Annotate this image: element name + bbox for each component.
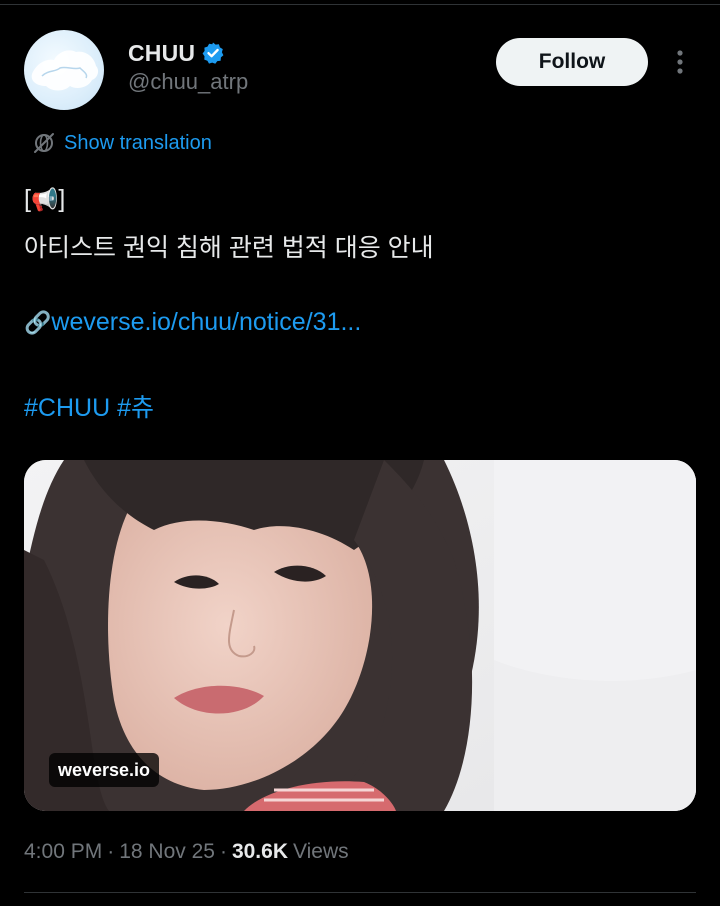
tweet-meta: 4:00 PM · 18 Nov 25 · 30.6K Views bbox=[24, 840, 349, 864]
link-emoji: 🔗 bbox=[24, 309, 52, 335]
show-translation-link[interactable]: Show translation bbox=[32, 131, 212, 155]
views-count: 30.6K bbox=[231, 840, 288, 863]
top-divider bbox=[0, 4, 720, 5]
hashtag-chuu-korean[interactable]: #츄 bbox=[117, 394, 154, 422]
weverse-notice-link[interactable]: weverse.io/chuu/notice/31... bbox=[51, 308, 361, 337]
views-label: Views bbox=[293, 840, 349, 863]
tweet-line-hashtags: #CHUU #츄 bbox=[24, 388, 154, 424]
avatar-image bbox=[31, 50, 99, 91]
more-vertical-icon[interactable] bbox=[668, 46, 692, 78]
meta-separator-2: · bbox=[219, 840, 227, 863]
verified-badge-icon bbox=[202, 42, 224, 64]
tweet-line-title: 아티스트 권익 침해 관련 법적 대응 안내 bbox=[24, 234, 434, 262]
tweet-time[interactable]: 4:00 PM bbox=[24, 840, 102, 864]
link-card-domain-badge: weverse.io bbox=[49, 753, 160, 787]
avatar[interactable] bbox=[24, 30, 104, 110]
hashtag-chuu[interactable]: #CHUU bbox=[24, 394, 110, 422]
display-name[interactable]: CHUU bbox=[128, 40, 195, 67]
bracket-close: ] bbox=[58, 185, 66, 213]
tweet-date[interactable]: 18 Nov 25 bbox=[119, 840, 215, 864]
author-handle[interactable]: @chuu_atrp bbox=[128, 69, 248, 95]
show-translation-label[interactable]: Show translation bbox=[64, 132, 212, 155]
follow-button[interactable]: Follow bbox=[496, 38, 648, 86]
meta-separator-1: · bbox=[107, 840, 115, 863]
megaphone-emoji: 📢 bbox=[30, 186, 59, 212]
bottom-divider bbox=[24, 892, 696, 893]
translate-globe-icon bbox=[34, 133, 54, 153]
bracket-open: [ bbox=[24, 185, 31, 213]
tweet-line-announcement: [ 📢 ] bbox=[24, 185, 65, 214]
tweet-line-link: 🔗 weverse.io/chuu/notice/31... bbox=[24, 308, 361, 337]
author-name-row[interactable]: CHUU bbox=[128, 38, 225, 68]
